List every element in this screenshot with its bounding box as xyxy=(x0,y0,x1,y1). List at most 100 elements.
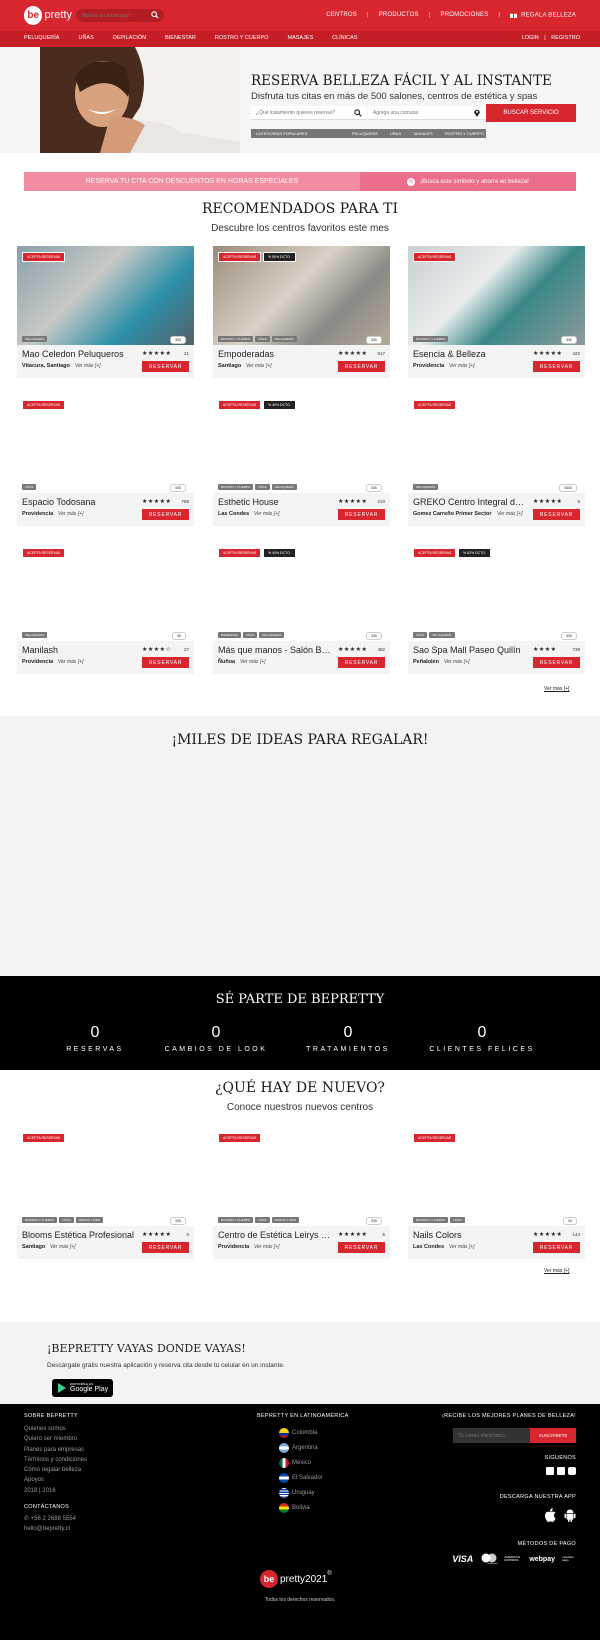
ver-mas-link[interactable]: Ver más [+] xyxy=(50,1244,76,1250)
reserve-button[interactable]: RESERVAR xyxy=(338,1242,385,1253)
popular-rostro-cuerpo[interactable]: ROSTRO Y CUERPO xyxy=(445,131,484,136)
country-argentina[interactable]: Argentina xyxy=(279,1440,349,1455)
twitter-icon[interactable] xyxy=(557,1467,565,1475)
category-masajes[interactable]: MASAJES xyxy=(287,35,313,41)
about-link[interactable]: 2018 | 2016 xyxy=(24,1486,87,1496)
reserve-button[interactable]: RESERVAR xyxy=(142,1242,189,1253)
reserve-button[interactable]: RESERVAR xyxy=(533,361,580,372)
center-name[interactable]: Sao Spa Mall Paseo Quilín xyxy=(413,645,528,655)
nav-regala-belleza[interactable]: REGALA BELLEZA xyxy=(510,12,576,19)
ver-mas-link[interactable]: Ver más [+] xyxy=(254,511,280,517)
nav-promociones[interactable]: PROMOCIONES xyxy=(441,12,489,18)
center-name[interactable]: Más que manos - Salón Boutique xyxy=(218,645,333,655)
popular-masajes[interactable]: MASAJES xyxy=(414,131,433,136)
register-link[interactable]: REGISTRO xyxy=(551,35,580,41)
google-play-button[interactable]: DISPONIBLE EN Google Play xyxy=(52,1379,113,1397)
country-mexico[interactable]: México xyxy=(279,1455,349,1470)
ver-mas-link[interactable]: Ver más [+] xyxy=(58,659,84,665)
popular-unas[interactable]: UÑAS xyxy=(390,131,401,136)
contact-phone[interactable]: ✆ +56 2 2688 5554 xyxy=(24,1514,87,1524)
nav-productos[interactable]: PRODUCTOS xyxy=(379,12,419,18)
center-card[interactable]: ACEPTA RESERVAS UÑAS $$$ Espacio Todosana ★★… xyxy=(17,394,194,526)
center-name[interactable]: Centro de Estética Leirys Spa xyxy=(218,1230,333,1240)
ver-mas-link[interactable]: Ver más [+] xyxy=(254,1244,280,1250)
category-depilacion[interactable]: DEPILACIÓN xyxy=(113,35,146,41)
center-card[interactable]: ACEPTA RESERVAS% 62% DCTO. UÑAS PELUQUERÍA… xyxy=(408,542,585,674)
treatment-input[interactable] xyxy=(251,106,346,120)
center-card[interactable]: ACEPTA RESERVAS PELUQUERÍA $$$$ GREKO Centr… xyxy=(408,394,585,526)
apple-icon[interactable] xyxy=(544,1508,556,1522)
search-service-button[interactable]: BUSCAR SERVICIO xyxy=(486,104,576,122)
popular-peluqueria[interactable]: PELUQUERÍA xyxy=(352,131,378,136)
center-card[interactable]: ACEPTA RESERVAS ROSTRO Y CUERPO UÑAS $$ Nail… xyxy=(408,1127,585,1259)
center-name[interactable]: Esthetic House xyxy=(218,497,333,507)
contact-email[interactable]: hello@bepretty.cl xyxy=(24,1524,87,1534)
footer-logo[interactable]: be pretty 2021 ® xyxy=(260,1570,332,1588)
ver-mas-link[interactable]: Ver más [+] xyxy=(240,659,266,665)
category-peluqueria[interactable]: PELUQUERÍA xyxy=(24,35,59,41)
ver-mas-link[interactable]: Ver más [+] xyxy=(75,363,101,369)
ver-mas-link[interactable]: Ver más [+] xyxy=(444,659,470,665)
category-bienestar[interactable]: BIENESTAR xyxy=(165,35,196,41)
reserve-button[interactable]: RESERVAR xyxy=(142,657,189,668)
android-icon[interactable] xyxy=(564,1508,576,1522)
bepretty-logo[interactable]: be pretty xyxy=(24,5,72,25)
subscribe-button[interactable]: SUSCRIBETE xyxy=(530,1428,576,1443)
ver-mas-link[interactable]: Ver más [+] xyxy=(246,363,272,369)
center-card[interactable]: ACEPTA RESERVAS ROSTRO Y CUERPO $$$ Esencia… xyxy=(408,246,585,378)
center-name[interactable]: Espacio Todosana xyxy=(22,497,137,507)
country-el-salvador[interactable]: El Salvador xyxy=(279,1470,349,1485)
search-icon[interactable] xyxy=(151,11,159,19)
new-ver-mas-link[interactable]: Ver más [+] xyxy=(544,1268,569,1274)
reserve-button[interactable]: RESERVAR xyxy=(533,657,580,668)
center-card[interactable]: ACEPTA RESERVAS% 50% DCTO. ROSTRO Y CUERP… xyxy=(213,246,390,378)
about-link[interactable]: Términos y condiciones xyxy=(24,1455,87,1465)
center-card[interactable]: ACEPTA RESERVAS PELUQUERÍA $$$ Mao Celedon … xyxy=(17,246,194,378)
center-name[interactable]: Empoderadas xyxy=(218,349,333,359)
about-link[interactable]: Planes para empresas xyxy=(24,1445,87,1455)
center-card[interactable]: ACEPTA RESERVAS ROSTRO Y CUERPO UÑAS MANOS … xyxy=(17,1127,194,1259)
center-card[interactable]: ACEPTA RESERVAS PELUQUERÍA $$ Manilash ★★★★☆… xyxy=(17,542,194,674)
about-link[interactable]: Quiero ser miembro xyxy=(24,1434,87,1444)
country-colombia[interactable]: Colombia xyxy=(279,1425,349,1440)
reserve-button[interactable]: RESERVAR xyxy=(533,1242,580,1253)
category-unas[interactable]: UÑAS xyxy=(78,35,93,41)
nav-centros[interactable]: CENTROS xyxy=(326,12,357,18)
reserve-button[interactable]: RESERVAR xyxy=(142,509,189,520)
reserve-button[interactable]: RESERVAR xyxy=(142,361,189,372)
ver-mas-link[interactable]: Ver más [+] xyxy=(58,511,84,517)
center-card[interactable]: ACEPTA RESERVAS% 40% DCTO. BIENESTAR UÑAS P… xyxy=(213,542,390,674)
center-name[interactable]: GREKO Centro Integral de Estética xyxy=(413,497,528,507)
about-link[interactable]: Quienes somos xyxy=(24,1424,87,1434)
country-bolivia[interactable]: Bolivia xyxy=(279,1500,349,1515)
reserve-button[interactable]: RESERVAR xyxy=(533,509,580,520)
ver-mas-link[interactable]: Ver más [+] xyxy=(449,363,475,369)
about-link[interactable]: Apoyos xyxy=(24,1475,87,1485)
category-clinicas[interactable]: CLÍNICAS xyxy=(332,35,357,41)
reserve-button[interactable]: RESERVAR xyxy=(338,361,385,372)
recommended-ver-mas-link[interactable]: Ver más [+] xyxy=(544,686,569,692)
category-rostro-cuerpo[interactable]: ROSTRO Y CUERPO xyxy=(215,35,269,41)
center-name[interactable]: Nails Colors xyxy=(413,1230,528,1240)
ver-mas-link[interactable]: Ver más [+] xyxy=(449,1244,475,1250)
search-input[interactable] xyxy=(76,9,146,22)
center-card[interactable]: ACEPTA RESERVAS% 40% DCTO. ROSTRO Y CUERP… xyxy=(213,394,390,526)
center-name[interactable]: Blooms Estética Profesional xyxy=(22,1230,137,1240)
instagram-icon[interactable] xyxy=(568,1467,576,1475)
center-card[interactable]: ACEPTA RESERVAS ROSTRO Y CUERPO UÑAS MANOS … xyxy=(213,1127,390,1259)
search-icon[interactable] xyxy=(354,109,362,117)
center-name[interactable]: Manilash xyxy=(22,645,137,655)
newsletter-email-input[interactable] xyxy=(453,1428,530,1443)
comuna-input[interactable] xyxy=(368,106,463,120)
country-uruguay[interactable]: Uruguay xyxy=(279,1485,349,1500)
promo-banner[interactable]: RESERVA TU CITA CON DESCUENTOS EN HORAS … xyxy=(24,172,576,191)
about-link[interactable]: Cómo regalar belleza xyxy=(24,1465,87,1475)
login-link[interactable]: LOGIN xyxy=(522,35,539,41)
ver-mas-link[interactable]: Ver más [+] xyxy=(497,511,523,517)
reserve-button[interactable]: RESERVAR xyxy=(338,657,385,668)
location-pin-icon[interactable] xyxy=(473,109,481,117)
facebook-icon[interactable] xyxy=(546,1467,554,1475)
reserve-button[interactable]: RESERVAR xyxy=(338,509,385,520)
center-name[interactable]: Esencia & Belleza xyxy=(413,349,528,359)
center-name[interactable]: Mao Celedon Peluqueros xyxy=(22,349,137,359)
